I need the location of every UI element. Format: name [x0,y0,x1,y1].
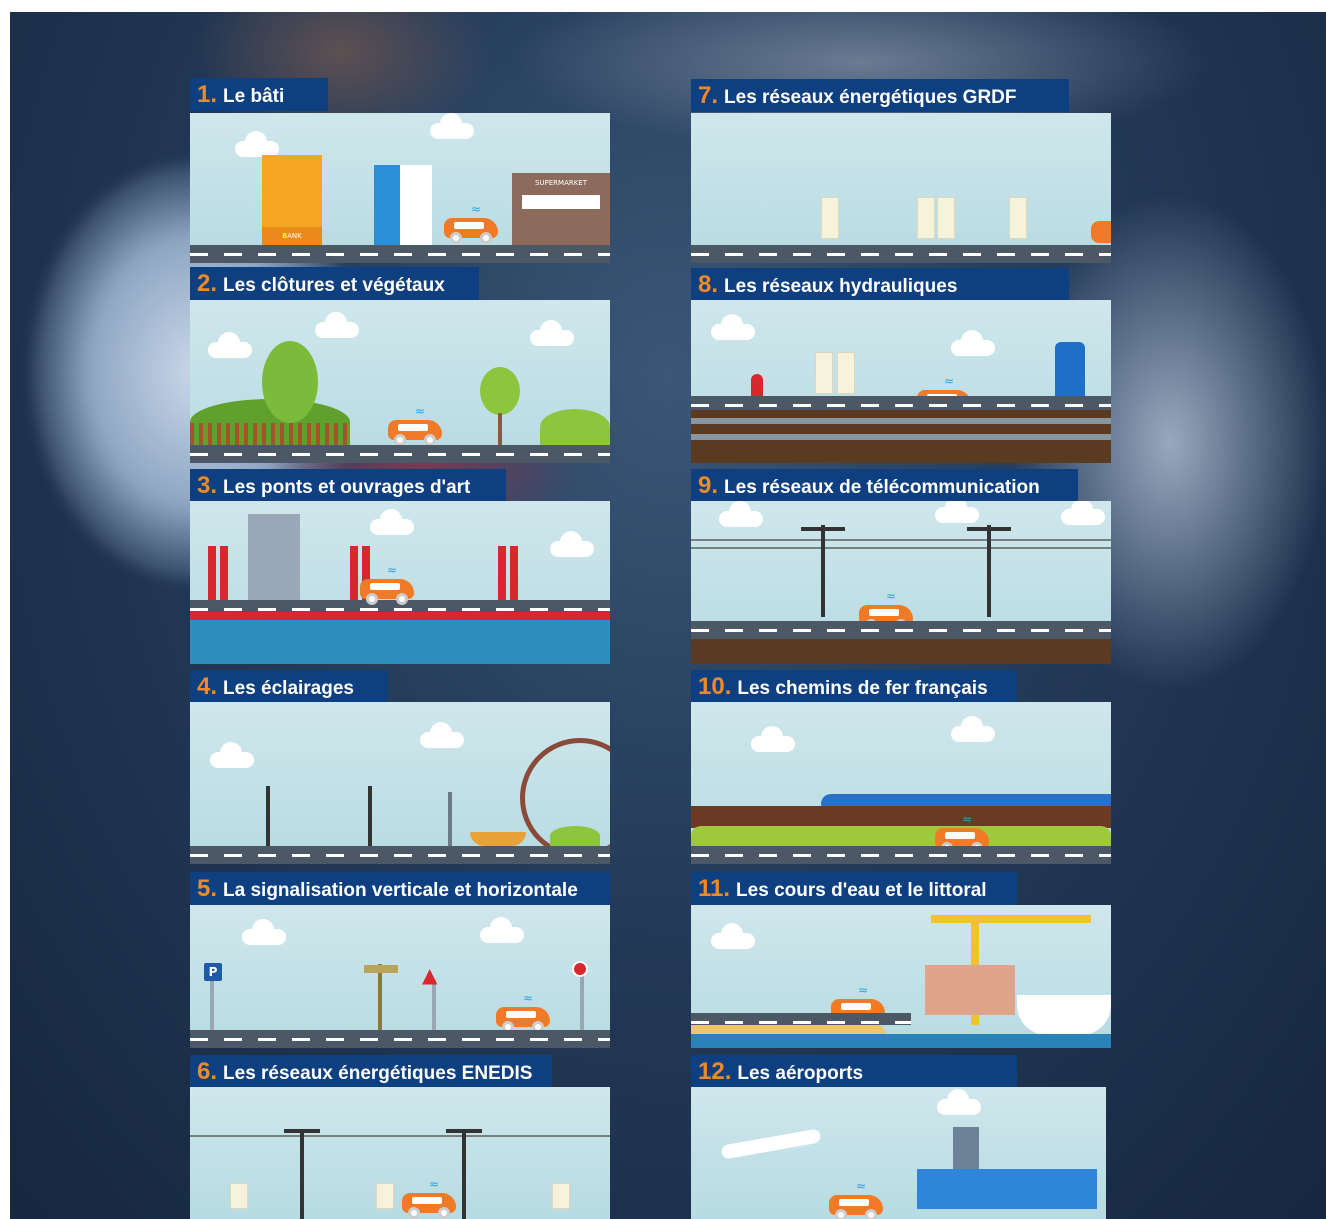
illustration-grdf[interactable] [691,113,1111,263]
apartment-building [374,165,432,245]
car-icon: ≈ [402,1178,456,1219]
car-icon: ≈ [388,405,442,446]
car-icon [1091,221,1111,243]
car-icon: ≈ [444,203,498,244]
road [691,245,1111,263]
road [190,245,610,263]
section-number: 2. [197,270,218,297]
section-label: Les ponts et ouvrages d'art [223,477,471,498]
section-number: 4. [197,673,218,700]
section-number: 6. [197,1058,218,1085]
section-number: 3. [197,472,218,499]
portable-toilet-icon [1055,342,1085,398]
section-label: Le bâti [223,86,285,107]
illustration-enedis[interactable]: ≈ [190,1087,610,1219]
section-label: Les réseaux de télécommunication [724,477,1040,498]
car-icon: ≈ [496,992,550,1033]
no-entry-sign-icon [572,961,588,977]
section-title-1: 1. Le bâti [190,78,328,111]
section-number: 8. [698,271,719,298]
section-title-9: 9. Les réseaux de télécommunication [691,469,1078,502]
section-label: La signalisation verticale et horizontal… [223,880,578,901]
section-title-11: 11. Les cours d'eau et le littoral [691,872,1017,905]
section-title-8: 8. Les réseaux hydrauliques [691,268,1069,301]
car-icon: ≈ [360,564,414,605]
section-title-5: 5. La signalisation verticale et horizont… [190,872,610,905]
section-label: Les éclairages [223,678,354,699]
illustration-buildings[interactable]: BANK SUPERMARKET ≈ [190,113,610,263]
section-title-6: 6. Les réseaux énergétiques ENEDIS [190,1055,552,1088]
illustration-bridges[interactable]: ≈ [190,501,610,664]
supermarket-sign: SUPERMARKET [534,179,588,187]
section-label: Les réseaux énergétiques ENEDIS [223,1063,533,1084]
crane-icon [931,915,1091,923]
section-title-10: 10. Les chemins de fer français [691,670,1017,703]
section-number: 10. [698,673,732,700]
section-title-7: 7. Les réseaux énergétiques GRDF [691,79,1069,112]
section-title-4: 4. Les éclairages [190,670,388,703]
bank-sign: BANK [262,227,322,245]
section-number: 5. [197,875,218,902]
road [190,1030,610,1048]
illustration-fences-vegetation[interactable]: ≈ [190,300,610,463]
fence [190,423,348,445]
road [691,1013,911,1025]
ship-icon [1017,995,1111,1035]
illustration-railways[interactable]: ≈ [691,702,1111,864]
section-title-2: 2. Les clôtures et végétaux [190,267,479,300]
section-number: 7. [698,82,719,109]
illustration-hydraulics[interactable]: ≈ [691,300,1111,463]
illustration-signage[interactable]: P ▲ ≈ [190,905,610,1048]
section-number: 9. [698,472,719,499]
road [691,396,1111,410]
car-icon: ≈ [829,1180,883,1219]
section-label: Les réseaux hydrauliques [724,276,958,297]
section-number: 1. [197,81,218,108]
supermarket-building: SUPERMARKET [512,173,610,245]
warning-sign-icon: ▲ [422,963,438,987]
section-title-3: 3. Les ponts et ouvrages d'art [190,469,506,502]
section-title-12: 12. Les aéroports [691,1055,1017,1088]
section-label: Les cours d'eau et le littoral [736,880,987,901]
water [190,620,610,664]
road [190,445,610,463]
section-number: 11. [698,875,731,902]
road [190,846,610,864]
section-label: Les aéroports [737,1063,864,1084]
bank-building: BANK [262,155,322,245]
illustration-airports[interactable]: ≈ [691,1087,1106,1219]
airplane-icon [720,1128,822,1160]
section-label: Les chemins de fer français [737,678,988,699]
road [691,621,1111,639]
section-label: Les clôtures et végétaux [223,275,445,296]
parking-sign-icon: P [204,963,222,981]
road [691,846,1111,864]
section-number: 12. [698,1058,732,1085]
illustration-lighting[interactable] [190,702,610,864]
section-label: Les réseaux énergétiques GRDF [724,87,1017,108]
illustration-waterways[interactable]: ≈ [691,905,1111,1048]
illustration-telecom[interactable]: ≈ [691,501,1111,664]
